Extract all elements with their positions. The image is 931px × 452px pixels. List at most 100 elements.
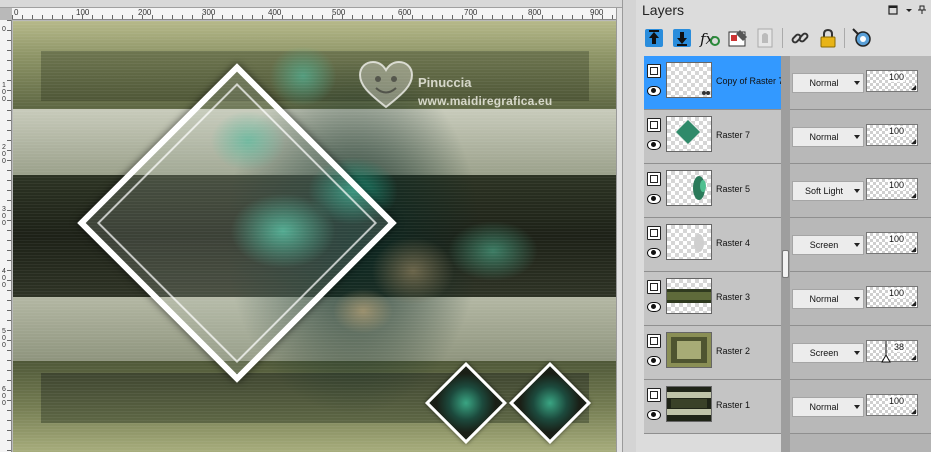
eye-icon[interactable] xyxy=(647,194,661,204)
canvas-window: 0 100 200 300 400 500 600 700 800 900 0 … xyxy=(0,0,622,452)
layer-row-raster-2[interactable]: Raster 2 xyxy=(644,326,781,380)
opacity-field[interactable]: 100 xyxy=(866,286,918,308)
ruler-horizontal: 0 100 200 300 400 500 600 700 800 900 xyxy=(12,8,616,20)
ruler-label: 0 xyxy=(14,8,19,17)
resize-corner-icon xyxy=(911,139,916,144)
layer-row-raster-7[interactable]: Raster 7 xyxy=(644,110,781,164)
eye-icon[interactable] xyxy=(647,140,661,150)
layer-type-icon xyxy=(647,280,661,294)
blend-mode-select[interactable]: Normal xyxy=(792,127,864,147)
layer-name: Raster 5 xyxy=(716,184,751,194)
opacity-field[interactable]: 38 xyxy=(866,340,918,363)
resize-corner-icon xyxy=(911,193,916,198)
layer-thumbnail xyxy=(666,116,712,152)
blend-mode-select[interactable]: Screen xyxy=(792,235,864,255)
edit-selection-icon[interactable] xyxy=(726,26,750,50)
ruler-label: 3 0 0 xyxy=(2,206,6,227)
layer-name: Copy of Raster 7 xyxy=(716,76,784,86)
layer-thumbnail xyxy=(666,386,712,422)
opacity-field[interactable]: 100 xyxy=(866,232,918,254)
opacity-field[interactable]: 100 xyxy=(866,394,918,416)
panel-title: Layers xyxy=(642,2,685,18)
layer-type-icon xyxy=(647,118,661,132)
blend-mode-value: Normal xyxy=(809,294,839,304)
blend-mode-select[interactable]: Normal xyxy=(792,73,864,93)
blend-mode-value: Normal xyxy=(809,78,839,88)
ruler-label: 800 xyxy=(528,8,542,17)
link-icon[interactable] xyxy=(788,26,812,50)
layer-name: Raster 7 xyxy=(716,130,751,140)
layers-toolbar: fx xyxy=(636,24,931,54)
scroll-grip[interactable] xyxy=(782,250,789,278)
opacity-field[interactable]: 100 xyxy=(866,178,918,200)
panel-menu-icon[interactable] xyxy=(904,5,914,15)
ruler-label: 4 0 0 xyxy=(2,268,6,289)
layer-row-raster-3[interactable]: Raster 3 xyxy=(644,272,781,326)
layer-props-row: Soft Light 100 xyxy=(790,164,931,218)
panel-splitter[interactable] xyxy=(622,0,636,452)
mask-icon[interactable] xyxy=(754,26,778,50)
layer-name: Raster 3 xyxy=(716,292,751,302)
image-canvas[interactable]: Pinuccia www.maidiregrafica.eu xyxy=(13,21,616,452)
layer-list: Copy of Raster 7 Raster 7 Raster 5 Raste… xyxy=(644,56,784,434)
watermark: Pinuccia www.maidiregrafica.eu xyxy=(358,61,588,117)
opacity-field[interactable]: 100 xyxy=(866,70,918,92)
eye-icon[interactable] xyxy=(647,356,661,366)
layer-thumbnail xyxy=(666,278,712,314)
move-layer-down-icon[interactable] xyxy=(670,26,694,50)
layers-panel: Layers fx Copy of Raster 7 Raster 7 Rast… xyxy=(636,0,931,452)
chevron-down-icon xyxy=(854,297,860,301)
ruler-label: 500 xyxy=(332,8,346,17)
opacity-value: 100 xyxy=(887,72,905,82)
panel-dock-icon[interactable] xyxy=(888,5,898,15)
eye-icon[interactable] xyxy=(647,302,661,312)
opacity-value: 100 xyxy=(887,288,905,298)
window-title-bar xyxy=(0,0,622,8)
toolbar-separator xyxy=(844,28,845,48)
blend-mode-value: Normal xyxy=(809,402,839,412)
layer-type-icon xyxy=(647,172,661,186)
watermark-url: www.maidiregrafica.eu xyxy=(418,94,553,108)
layer-name: Raster 4 xyxy=(716,238,751,248)
layer-row-raster-1[interactable]: Raster 1 xyxy=(644,380,781,434)
blend-mode-value: Screen xyxy=(809,348,839,358)
blend-mode-value: Screen xyxy=(809,240,839,250)
layer-name: Raster 1 xyxy=(716,400,751,410)
eye-icon[interactable] xyxy=(647,86,661,96)
chevron-down-icon xyxy=(854,189,860,193)
opacity-field[interactable]: 100 xyxy=(866,124,918,146)
layer-props-row: Normal 100 xyxy=(790,56,931,110)
eye-icon[interactable] xyxy=(647,410,661,420)
layer-thumbnail xyxy=(666,224,712,260)
chevron-down-icon xyxy=(854,405,860,409)
eye-icon[interactable] xyxy=(647,248,661,258)
layer-thumbnail xyxy=(666,62,712,98)
layer-row-raster-4[interactable]: Raster 4 xyxy=(644,218,781,272)
move-layer-up-icon[interactable] xyxy=(642,26,666,50)
layers-panel-header: Layers xyxy=(636,0,931,22)
layer-row-raster-5[interactable]: Raster 5 xyxy=(644,164,781,218)
blend-mode-select[interactable]: Screen xyxy=(792,343,864,363)
blend-mode-select[interactable]: Soft Light xyxy=(792,181,864,201)
resize-corner-icon xyxy=(911,301,916,306)
ruler-label: 300 xyxy=(202,8,216,17)
lock-icon[interactable] xyxy=(816,26,840,50)
layer-props-row: Normal 100 xyxy=(790,110,931,164)
layer-list-scrollbar[interactable] xyxy=(781,56,790,452)
layer-props-row: Screen 100 xyxy=(790,218,931,272)
watermark-name: Pinuccia xyxy=(418,75,472,90)
ruler-ticks xyxy=(7,20,11,452)
locate-layer-icon[interactable] xyxy=(850,26,874,50)
blend-mode-select[interactable]: Normal xyxy=(792,397,864,417)
layer-type-icon xyxy=(647,64,661,78)
pin-icon[interactable] xyxy=(917,5,927,15)
blend-mode-select[interactable]: Normal xyxy=(792,289,864,309)
fx-effects-icon[interactable]: fx xyxy=(698,26,722,50)
layer-type-icon xyxy=(647,226,661,240)
resize-corner-icon xyxy=(911,355,916,360)
resize-corner-icon xyxy=(911,409,916,414)
chevron-down-icon xyxy=(854,243,860,247)
layer-row-copy-of-raster-7[interactable]: Copy of Raster 7 xyxy=(644,56,784,110)
blend-mode-value: Soft Light xyxy=(804,186,844,196)
layer-props-row: Normal 100 xyxy=(790,272,931,326)
